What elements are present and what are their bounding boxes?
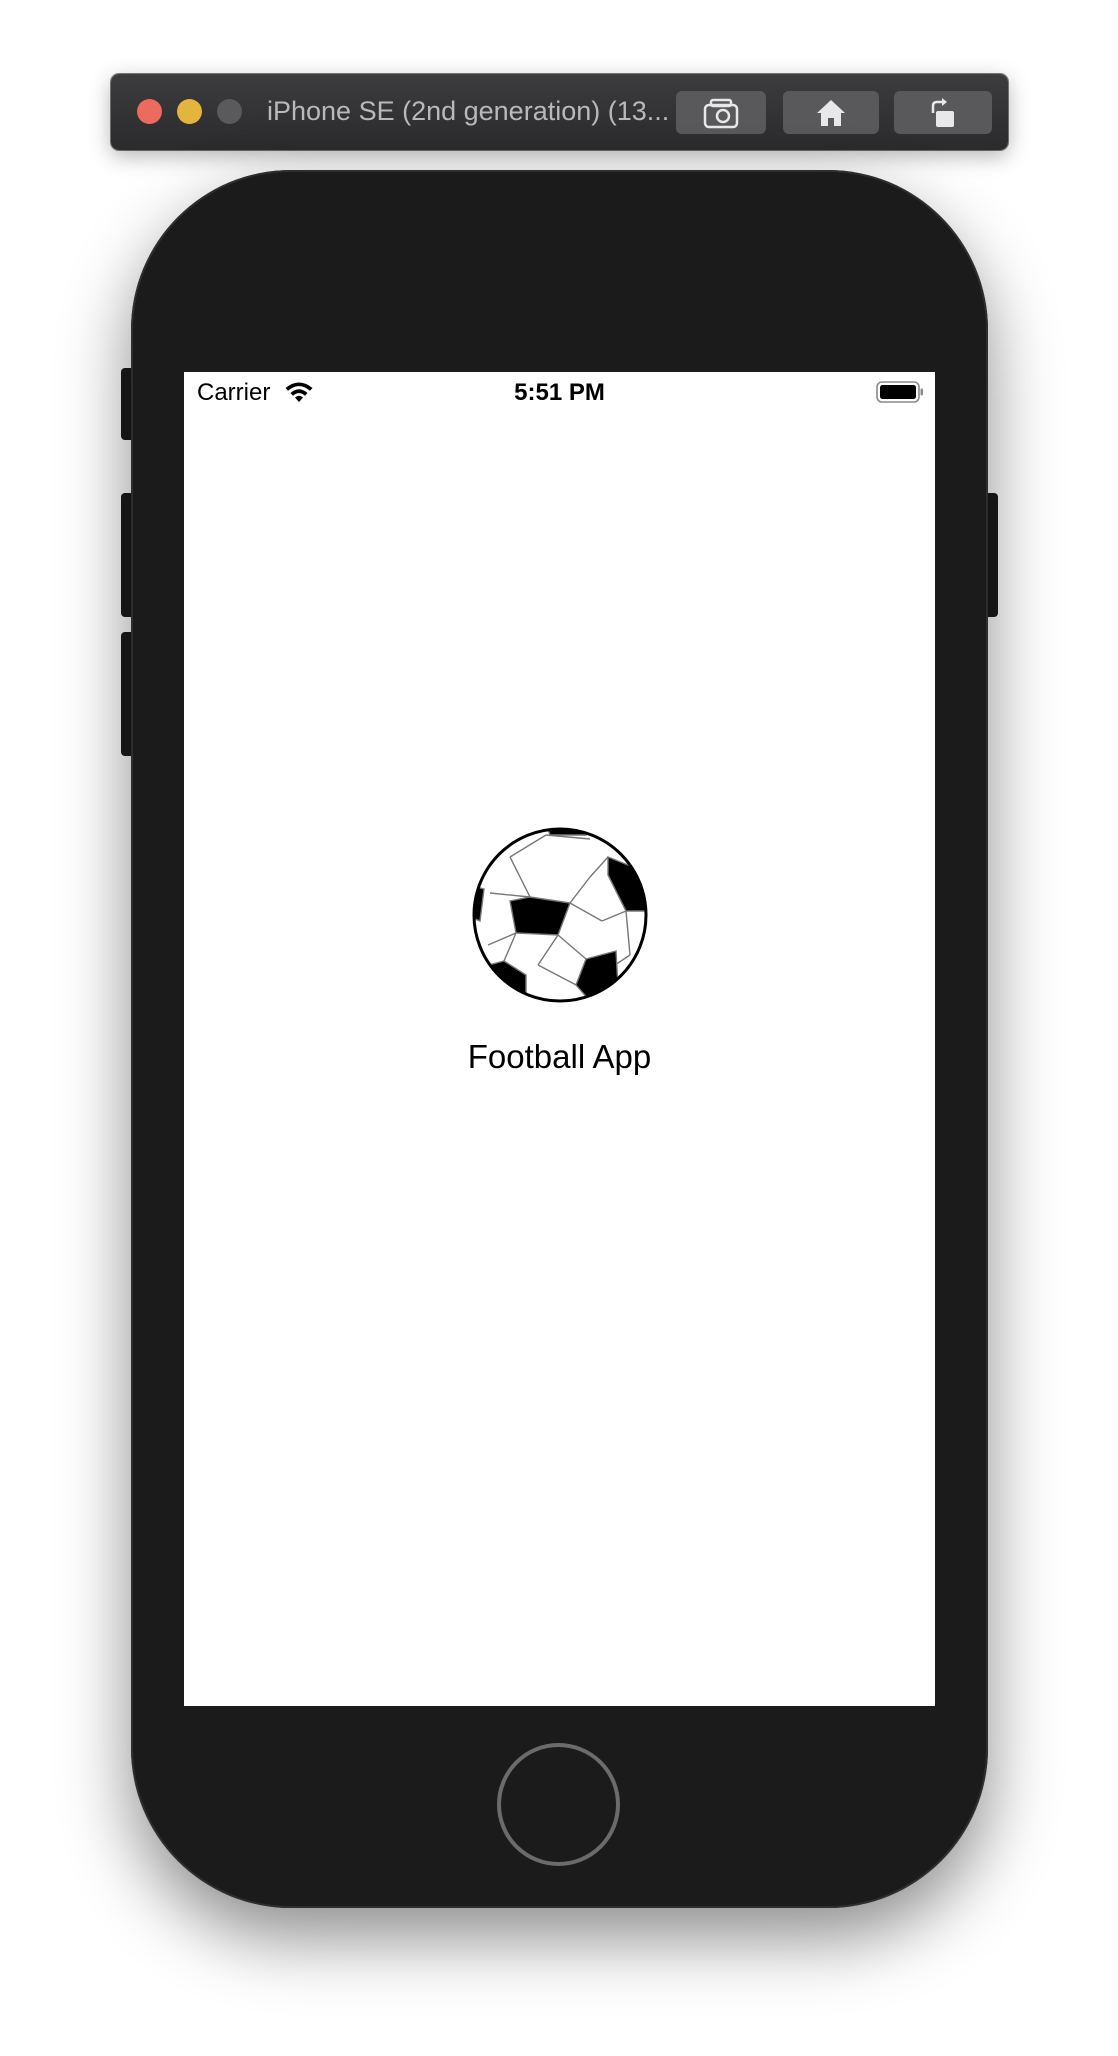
rotate-button[interactable] [894,91,992,134]
home-icon [817,99,845,126]
minimize-window-button[interactable] [177,99,202,124]
home-button-toolbar[interactable] [783,91,879,134]
simulator-stage: iPhone SE (2nd generation) (13... Carrie… [0,0,1118,2056]
window-title: iPhone SE (2nd generation) (13... [267,96,670,126]
screenshot-button[interactable] [676,91,766,134]
close-window-button[interactable] [137,99,162,124]
simulator-title-bar: iPhone SE (2nd generation) (13... [111,74,1008,150]
battery-icon [876,381,923,403]
app-name-label: Football App [467,1038,652,1075]
zoom-window-button[interactable] [217,99,242,124]
status-bar: Carrier 5:51 PM [184,372,935,412]
rotate-icon [931,97,954,127]
screenshot-icon [703,98,739,128]
device-home-button[interactable] [497,1743,620,1866]
football-icon [472,827,648,1003]
status-time: 5:51 PM [514,379,605,406]
device-screen[interactable]: Carrier 5:51 PM Football App [184,372,935,1706]
